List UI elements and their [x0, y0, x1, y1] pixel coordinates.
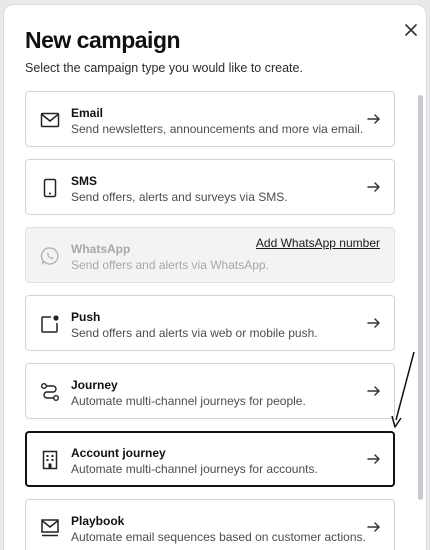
- arrow-right-icon: [367, 114, 380, 124]
- option-account-journey[interactable]: Account journey Automate multi-channel j…: [25, 431, 395, 487]
- option-description: Send offers, alerts and surveys via SMS.: [71, 190, 288, 204]
- option-journey[interactable]: Journey Automate multi-channel journeys …: [25, 363, 395, 419]
- new-campaign-modal: New campaign Select the campaign type yo…: [4, 5, 426, 550]
- option-description: Automate multi-channel journeys for acco…: [71, 462, 318, 476]
- close-button[interactable]: [400, 19, 422, 41]
- add-whatsapp-number-link[interactable]: Add WhatsApp number: [256, 236, 380, 250]
- option-name: WhatsApp: [71, 242, 131, 256]
- option-push[interactable]: Push Send offers and alerts via web or m…: [25, 295, 395, 351]
- arrow-right-icon: [367, 318, 380, 328]
- option-name: Playbook: [71, 514, 125, 528]
- option-name: Journey: [71, 378, 118, 392]
- arrow-right-icon: [367, 454, 380, 464]
- building-icon: [40, 450, 60, 470]
- push-notification-icon: [40, 314, 60, 334]
- option-name: SMS: [71, 174, 98, 188]
- scrollbar[interactable]: [418, 95, 423, 500]
- option-description: Automate multi-channel journeys for peop…: [71, 394, 306, 408]
- option-email[interactable]: Email Send newsletters, announcements an…: [25, 91, 395, 147]
- arrow-right-icon: [367, 182, 380, 192]
- modal-title: New campaign: [25, 27, 181, 53]
- whatsapp-icon: [40, 246, 60, 266]
- option-sms[interactable]: SMS Send offers, alerts and surveys via …: [25, 159, 395, 215]
- mail-icon: [40, 110, 60, 130]
- modal-subtitle: Select the campaign type you would like …: [25, 61, 303, 75]
- arrow-right-icon: [367, 522, 380, 532]
- option-playbook[interactable]: Playbook Automate email sequences based …: [25, 499, 395, 550]
- journey-route-icon: [40, 382, 60, 402]
- option-description: Send newsletters, announcements and more…: [71, 122, 364, 136]
- option-name: Push: [71, 310, 101, 324]
- option-description: Send offers and alerts via web or mobile…: [71, 326, 318, 340]
- phone-icon: [40, 178, 60, 198]
- close-icon: [405, 24, 417, 36]
- arrow-right-icon: [367, 386, 380, 396]
- option-description: Send offers and alerts via WhatsApp.: [71, 258, 269, 272]
- playbook-mail-icon: [40, 518, 60, 538]
- option-description: Automate email sequences based on custom…: [71, 530, 366, 544]
- option-whatsapp: WhatsApp Send offers and alerts via What…: [25, 227, 395, 283]
- option-name: Email: [71, 106, 104, 120]
- option-name: Account journey: [71, 446, 166, 460]
